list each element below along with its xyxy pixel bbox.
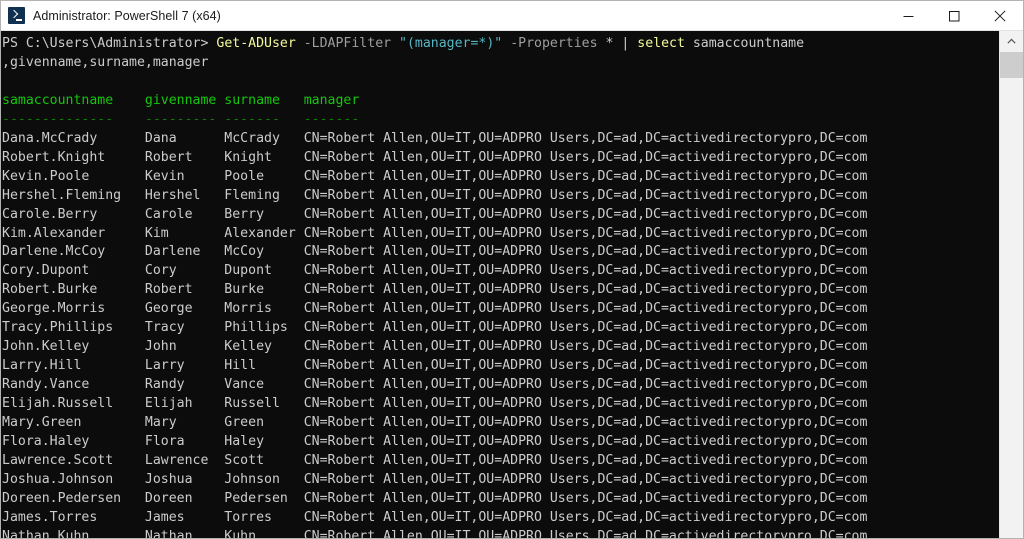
powershell-window: Administrator: PowerShell 7 (x64) PS C:\…: [0, 0, 1024, 539]
maximize-button[interactable]: [931, 1, 977, 31]
scroll-up-button[interactable]: [1000, 31, 1023, 52]
title-bar[interactable]: Administrator: PowerShell 7 (x64): [1, 1, 1023, 31]
minimize-button[interactable]: [885, 1, 931, 31]
close-button[interactable]: [977, 1, 1023, 31]
terminal-area: PS C:\Users\Administrator> Get-ADUser -L…: [1, 31, 1023, 538]
window-title: Administrator: PowerShell 7 (x64): [33, 8, 221, 23]
window-controls: [885, 1, 1023, 31]
powershell-icon: [8, 7, 25, 24]
vertical-scrollbar[interactable]: [999, 31, 1023, 538]
console-output[interactable]: PS C:\Users\Administrator> Get-ADUser -L…: [1, 31, 999, 538]
console-text: PS C:\Users\Administrator> Get-ADUser -L…: [2, 36, 868, 538]
scrollbar-thumb[interactable]: [1000, 52, 1023, 78]
